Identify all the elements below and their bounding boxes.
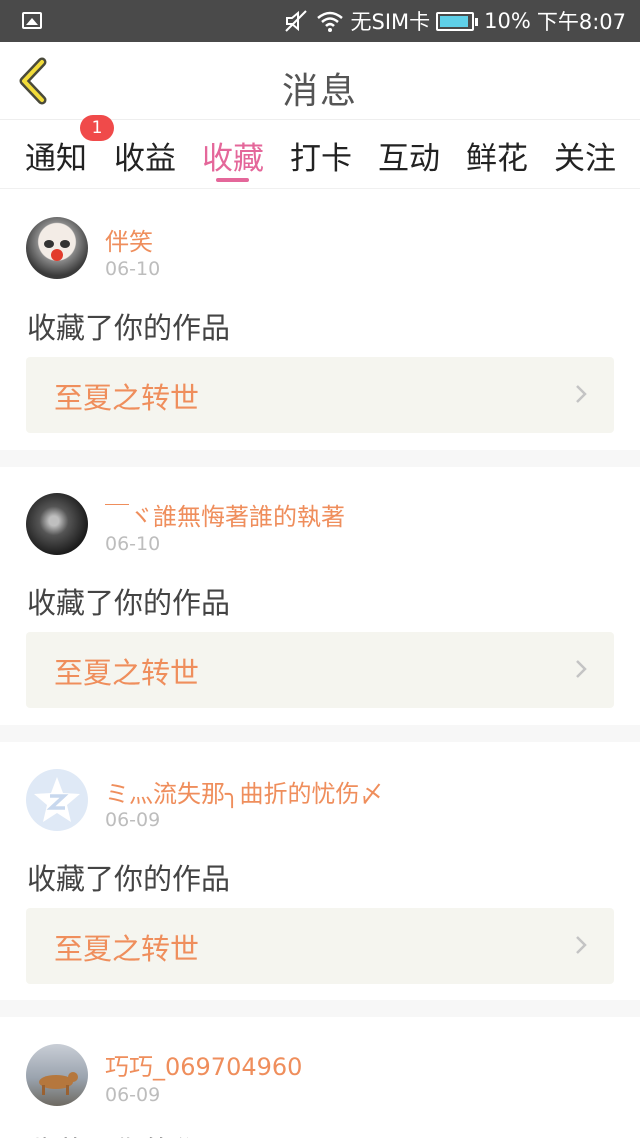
work-card[interactable]: 至夏之转世 <box>26 908 614 984</box>
chevron-right-icon <box>576 385 587 403</box>
status-bar: 无SIM卡 10% 下午8:07 <box>0 0 640 42</box>
message-text: 收藏了你的作品 <box>27 586 231 620</box>
battery-percent: 10% <box>484 9 531 33</box>
notification-badge: 1 <box>80 115 114 141</box>
avatar[interactable] <box>26 769 88 831</box>
sender-name[interactable]: 巧巧_069704960 <box>105 1047 302 1082</box>
tab-favorites[interactable]: 收藏 <box>202 133 264 178</box>
message-item: 伴笑 06-10 收藏了你的作品 至夏之转世 <box>0 190 640 450</box>
default-avatar-icon <box>34 777 80 822</box>
image-notification-icon <box>22 12 42 29</box>
page-title: 消息 <box>281 71 358 112</box>
divider <box>0 1000 640 1017</box>
chevron-right-icon <box>576 660 587 678</box>
avatar[interactable] <box>26 493 88 555</box>
work-title: 至夏之转世 <box>54 656 200 690</box>
tab-checkin[interactable]: 打卡 <box>290 133 352 178</box>
clown-face-icon <box>44 240 70 261</box>
header: 消息 <box>0 42 640 120</box>
dog-photo-icon <box>39 1072 78 1095</box>
message-item: ミ灬流失那╮曲折的忧伤〆 06-09 收藏了你的作品 至夏之转世 <box>0 742 640 1000</box>
chevron-right-icon <box>576 936 587 954</box>
tab-notifications[interactable]: 通知 <box>25 133 87 178</box>
sender-name[interactable]: 伴笑 <box>105 222 153 257</box>
tab-interactions[interactable]: 互动 <box>378 133 440 178</box>
battery-icon <box>436 11 479 31</box>
divider <box>0 725 640 742</box>
message-item: 巧巧_069704960 06-09 收藏了你的作品 <box>0 1017 640 1138</box>
sender-name[interactable]: ￣ヾ誰無悔著誰的執著 <box>105 497 345 532</box>
work-title: 至夏之转世 <box>54 932 200 966</box>
message-date: 06-09 <box>105 809 161 831</box>
avatar[interactable] <box>26 217 88 279</box>
message-text: 收藏了你的作品 <box>27 1129 230 1138</box>
tab-follows[interactable]: 关注 <box>554 133 616 178</box>
divider <box>0 450 640 467</box>
work-card[interactable]: 至夏之转世 <box>26 357 614 433</box>
avatar[interactable] <box>26 1044 88 1106</box>
mute-icon <box>285 10 308 32</box>
wifi-icon <box>317 11 344 32</box>
tab-flowers[interactable]: 鲜花 <box>466 133 528 178</box>
message-date: 06-10 <box>105 258 161 280</box>
work-card[interactable]: 至夏之转世 <box>26 632 614 708</box>
message-text: 收藏了你的作品 <box>27 862 231 896</box>
clock: 下午8:07 <box>536 10 626 34</box>
active-tab-indicator <box>216 178 249 182</box>
sender-name[interactable]: ミ灬流失那╮曲折的忧伤〆 <box>105 774 383 809</box>
message-text: 收藏了你的作品 <box>27 311 231 345</box>
tab-earnings[interactable]: 收益 <box>114 133 176 178</box>
carrier-text: 无SIM卡 <box>350 10 431 34</box>
status-right: 无SIM卡 10% 下午8:07 <box>284 0 626 42</box>
message-item: ￣ヾ誰無悔著誰的執著 06-10 收藏了你的作品 至夏之转世 <box>0 467 640 725</box>
message-date: 06-09 <box>105 1084 161 1106</box>
work-title: 至夏之转世 <box>54 381 200 415</box>
message-date: 06-10 <box>105 533 161 555</box>
